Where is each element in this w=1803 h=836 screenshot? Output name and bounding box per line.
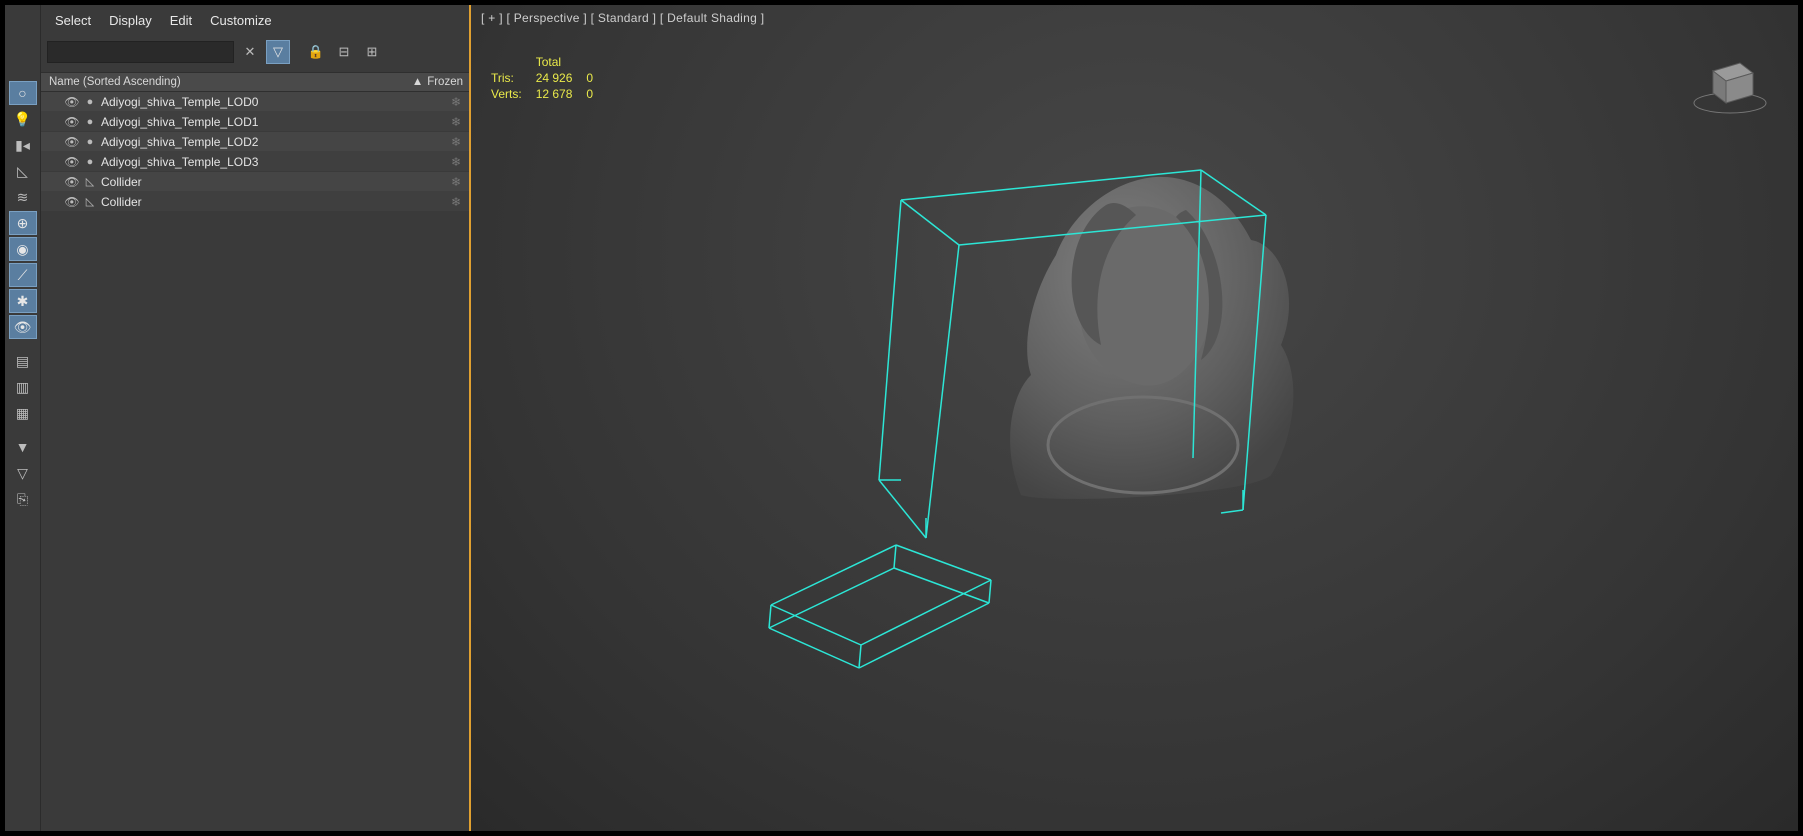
list3-icon[interactable]: ▦ (9, 401, 37, 425)
freeze-icon[interactable]: ❄ (447, 155, 465, 169)
sort-arrow-icon: ▲ (412, 76, 423, 88)
bone-icon[interactable]: ⟋ (9, 263, 37, 287)
view-cube[interactable] (1690, 43, 1770, 118)
stats-tris-label: Tris: (491, 71, 534, 85)
camera-icon[interactable]: ▮◂ (9, 133, 37, 157)
geometry-icon: ● (81, 116, 99, 128)
object-name-label: Adiyogi_shiva_Temple_LOD0 (99, 95, 447, 109)
stats-verts-label: Verts: (491, 87, 534, 101)
object-name-label: Collider (99, 175, 447, 189)
stats-total-header: Total (536, 55, 585, 69)
global-icon[interactable]: ◉ (9, 237, 37, 261)
lock-icon: 🔒 (308, 44, 324, 60)
list1-icon[interactable]: ▤ (9, 349, 37, 373)
menu-customize[interactable]: Customize (210, 13, 271, 28)
display-all-icon[interactable]: ○ (9, 81, 37, 105)
list2-icon[interactable]: ▥ (9, 375, 37, 399)
object-name-label: Collider (99, 195, 447, 209)
freeze-icon[interactable]: ❄ (447, 95, 465, 109)
bust-model (961, 145, 1341, 525)
menu-display[interactable]: Display (109, 13, 152, 28)
app-root: ○💡▮◂◺≋⊕◉⟋✱👁▤▥▦▼▽⎘ Select Display Edit Cu… (5, 5, 1798, 831)
stats-verts-sel: 0 (586, 87, 605, 101)
viewport[interactable]: [ + ] [ Perspective ] [ Standard ] [ Def… (471, 5, 1798, 831)
funnel2-icon[interactable]: ▽ (9, 461, 37, 485)
helper-icon[interactable]: ⊕ (9, 211, 37, 235)
tree-row[interactable]: 👁◺Collider❄ (41, 172, 469, 192)
object-name-label: Adiyogi_shiva_Temple_LOD2 (99, 135, 447, 149)
stats-tris-total: 24 926 (536, 71, 585, 85)
collider-wireframe-large (871, 140, 1271, 540)
dummy-icon: ◺ (81, 195, 99, 208)
lock-button[interactable]: 🔒 (304, 40, 328, 64)
clipboard-icon[interactable]: ⎘ (9, 487, 37, 511)
menu-edit[interactable]: Edit (170, 13, 192, 28)
visibility-eye-icon[interactable]: 👁 (63, 195, 81, 209)
search-input[interactable] (47, 41, 234, 63)
tree-row[interactable]: 👁●Adiyogi_shiva_Temple_LOD3❄ (41, 152, 469, 172)
tree-row[interactable]: 👁●Adiyogi_shiva_Temple_LOD1❄ (41, 112, 469, 132)
geometry-icon: ● (81, 96, 99, 108)
scene-explorer-panel: Select Display Edit Customize ✕ ▽ 🔒 ⊟ ⊞ … (41, 5, 471, 831)
freeze-icon[interactable]: ❄ (447, 135, 465, 149)
geometry-icon: ● (81, 136, 99, 148)
visibility-eye-icon[interactable]: 👁 (63, 155, 81, 169)
expand-icon: ⊞ (367, 44, 378, 60)
menu-select[interactable]: Select (55, 13, 91, 28)
filter-icon: ▽ (273, 44, 283, 60)
tree-row[interactable]: 👁●Adiyogi_shiva_Temple_LOD2❄ (41, 132, 469, 152)
freeze-icon[interactable]: ❄ (447, 115, 465, 129)
collider-wireframe-small (751, 510, 1001, 670)
tree-row[interactable]: 👁●Adiyogi_shiva_Temple_LOD0❄ (41, 92, 469, 112)
collapse-button[interactable]: ⊟ (332, 40, 356, 64)
freeze-icon[interactable]: ❄ (447, 195, 465, 209)
object-name-label: Adiyogi_shiva_Temple_LOD1 (99, 115, 447, 129)
geometry-icon: ● (81, 156, 99, 168)
stats-tris-sel: 0 (586, 71, 605, 85)
column-name-header[interactable]: Name (Sorted Ascending) (49, 76, 412, 88)
visibility-eye-icon[interactable]: 👁 (63, 175, 81, 189)
freeze-icon[interactable]: ❄ (447, 175, 465, 189)
panel-menu-bar: Select Display Edit Customize (41, 5, 469, 36)
visibility-eye-icon[interactable]: 👁 (63, 135, 81, 149)
object-tree[interactable]: 👁●Adiyogi_shiva_Temple_LOD0❄👁●Adiyogi_sh… (41, 92, 469, 831)
spacewarp-icon[interactable]: ≋ (9, 185, 37, 209)
stats-verts-total: 12 678 (536, 87, 585, 101)
hide-icon[interactable]: 👁 (9, 315, 37, 339)
viewport-label[interactable]: [ + ] [ Perspective ] [ Standard ] [ Def… (481, 11, 764, 25)
clear-search-button[interactable]: ✕ (238, 40, 262, 64)
shape-icon[interactable]: ◺ (9, 159, 37, 183)
close-icon: ✕ (245, 44, 256, 60)
funnel-icon[interactable]: ▼ (9, 435, 37, 459)
expand-button[interactable]: ⊞ (360, 40, 384, 64)
visibility-eye-icon[interactable]: 👁 (63, 95, 81, 109)
filter-toggle-button[interactable]: ▽ (266, 40, 290, 64)
column-header-row[interactable]: Name (Sorted Ascending) ▲ Frozen (41, 72, 469, 92)
search-toolbar: ✕ ▽ 🔒 ⊟ ⊞ (41, 36, 469, 72)
dummy-icon: ◺ (81, 175, 99, 188)
tree-row[interactable]: 👁◺Collider❄ (41, 192, 469, 212)
visibility-eye-icon[interactable]: 👁 (63, 115, 81, 129)
column-frozen-header[interactable]: ▲ Frozen (412, 76, 463, 88)
polycount-stats: Total Tris: 24 926 0 Verts: 12 678 0 (489, 53, 607, 103)
light-icon[interactable]: 💡 (9, 107, 37, 131)
object-name-label: Adiyogi_shiva_Temple_LOD3 (99, 155, 447, 169)
frozen-label: Frozen (427, 76, 463, 88)
left-icon-strip: ○💡▮◂◺≋⊕◉⟋✱👁 ▤▥▦ ▼▽⎘ (5, 5, 41, 831)
collapse-icon: ⊟ (339, 44, 350, 60)
particle-icon[interactable]: ✱ (9, 289, 37, 313)
